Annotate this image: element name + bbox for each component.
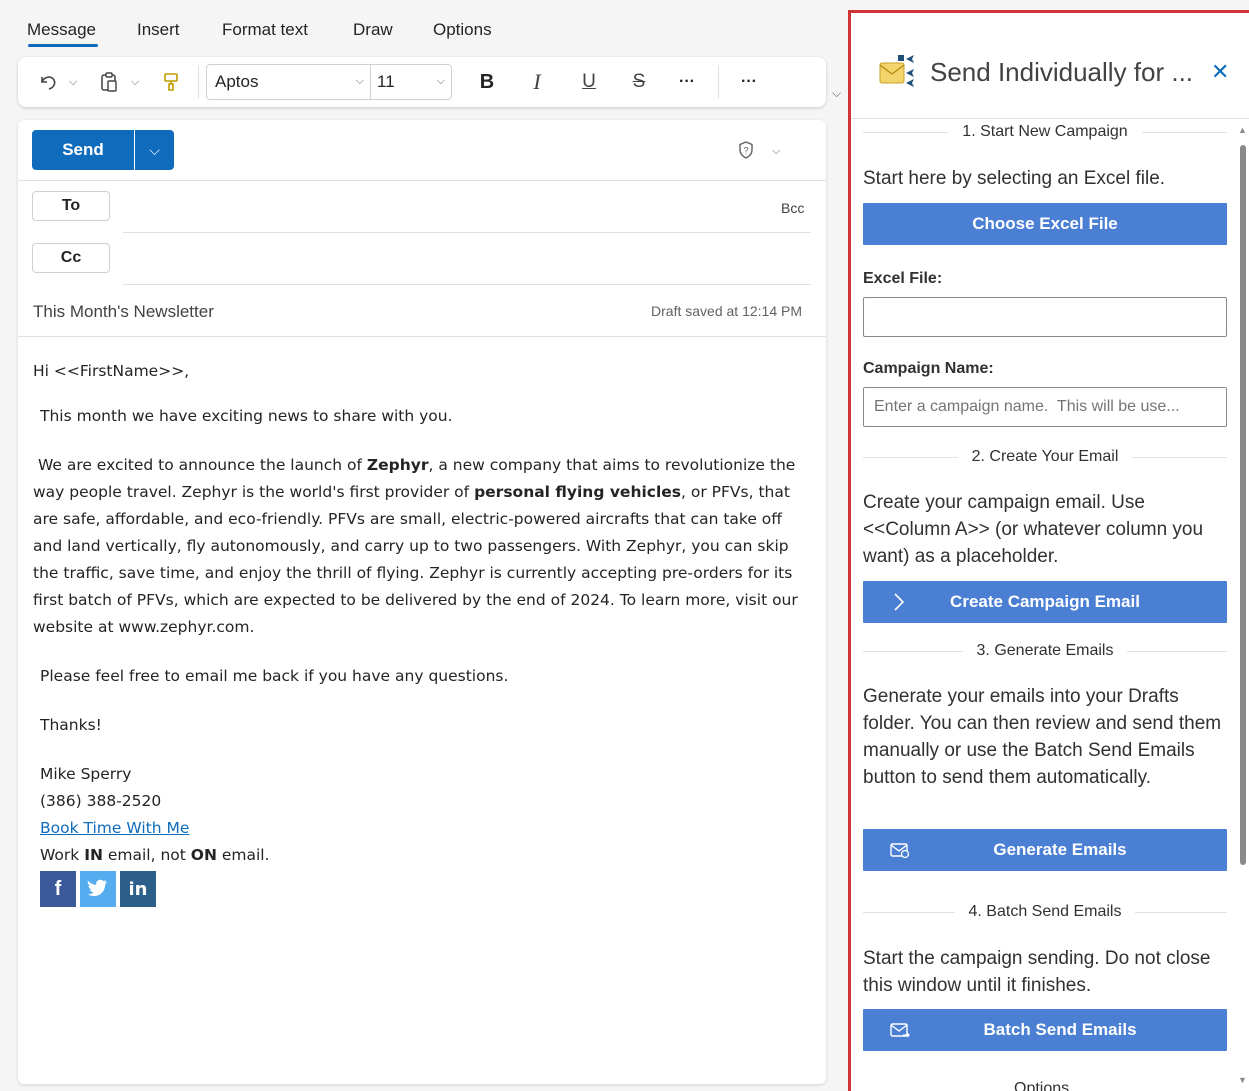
- font-size-select[interactable]: 11 ⌵: [370, 64, 452, 100]
- mail-send-icon: [889, 1020, 911, 1040]
- svg-text:?: ?: [743, 146, 748, 156]
- section-heading-start-campaign: 1. Start New Campaign: [863, 122, 1227, 142]
- add-in-pane: Send Individually for ... ✕ ▲ ▼ 1. Start…: [848, 10, 1249, 1091]
- facebook-icon[interactable]: f: [40, 871, 76, 907]
- undo-chevron-down-icon[interactable]: ⌵: [66, 57, 80, 107]
- tab-message[interactable]: Message: [27, 20, 96, 40]
- to-field-underline: [123, 232, 811, 233]
- active-tab-indicator: [28, 44, 98, 47]
- draft-status: Draft saved at 12:14 PM: [651, 303, 802, 319]
- more-options-icon[interactable]: ···: [736, 57, 762, 107]
- generate-instructions: Generate your emails into your Drafts fo…: [863, 686, 1222, 788]
- signature-phone: (386) 388-2520: [40, 792, 162, 810]
- scroll-up-icon[interactable]: ▲: [1238, 125, 1247, 135]
- create-email-instructions: Create your campaign email. Use <<Column…: [863, 492, 1204, 567]
- tab-format-text[interactable]: Format text: [222, 20, 308, 40]
- chevron-right-icon: [889, 592, 911, 612]
- formatting-toolbar: ⌵ ⌵ Aptos ⌵ 11 ⌵ B I U S ··· ···: [18, 57, 826, 107]
- expand-ribbon-chevron-icon[interactable]: ⌵: [832, 86, 841, 101]
- underline-icon[interactable]: U: [576, 57, 602, 107]
- closing-question: Please feel free to email me back if you…: [40, 667, 509, 685]
- cc-field-underline: [123, 284, 811, 285]
- tab-options[interactable]: Options: [433, 20, 492, 40]
- bold-icon[interactable]: B: [474, 57, 500, 107]
- divider: [18, 336, 826, 337]
- mail-settings-icon: [889, 840, 911, 860]
- scrollbar-thumb[interactable]: [1240, 145, 1246, 865]
- start-instructions: Start here by selecting an Excel file.: [863, 168, 1166, 189]
- section-heading-generate: 3. Generate Emails: [863, 641, 1228, 661]
- bcc-link[interactable]: Bcc: [781, 200, 804, 216]
- more-formatting-icon[interactable]: ···: [674, 57, 700, 107]
- pane-title: Send Individually for ...: [930, 57, 1194, 87]
- font-size-value: 11: [377, 72, 395, 91]
- tab-insert[interactable]: Insert: [137, 20, 180, 40]
- linkedin-icon[interactable]: in: [120, 871, 156, 907]
- format-painter-icon[interactable]: [158, 57, 184, 107]
- chevron-down-icon: ⌵: [355, 75, 364, 87]
- pane-header-divider: [851, 118, 1249, 119]
- toolbar-separator: [718, 65, 719, 99]
- subject-field[interactable]: This Month's Newsletter: [33, 302, 214, 322]
- book-time-link[interactable]: Book Time With Me: [40, 819, 189, 837]
- font-name-select[interactable]: Aptos ⌵: [206, 64, 370, 100]
- paste-chevron-down-icon[interactable]: ⌵: [128, 57, 142, 107]
- send-options-chevron-icon[interactable]: ⌵: [135, 130, 174, 170]
- signature-name: Mike Sperry: [40, 765, 132, 783]
- add-in-logo-icon: [878, 53, 918, 89]
- section-heading-batch-send: 4. Batch Send Emails: [863, 902, 1227, 922]
- message-body[interactable]: Hi <<FirstName>>, This month we have exc…: [33, 358, 813, 907]
- divider: [18, 180, 826, 181]
- thanks-line: Thanks!: [40, 716, 102, 734]
- chevron-down-icon: ⌵: [436, 75, 445, 87]
- sensitivity-shield-icon[interactable]: ?: [736, 140, 756, 160]
- twitter-icon[interactable]: [80, 871, 116, 907]
- font-name-value: Aptos: [215, 72, 259, 91]
- batch-send-instructions: Start the campaign sending. Do not close…: [863, 948, 1211, 996]
- excel-file-label: Excel File:: [863, 270, 943, 287]
- batch-send-emails-button[interactable]: Batch Send Emails: [863, 1009, 1227, 1051]
- close-icon[interactable]: ✕: [1211, 59, 1229, 85]
- send-button[interactable]: Send: [32, 130, 134, 170]
- italic-icon[interactable]: I: [524, 57, 550, 107]
- section-heading-options: Options: [1014, 1080, 1070, 1091]
- scroll-down-icon[interactable]: ▼: [1238, 1075, 1247, 1085]
- generate-emails-button[interactable]: Generate Emails: [863, 829, 1227, 871]
- compose-window: Send ⌵ ? ⌵ To Bcc Cc This Month's Newsle…: [18, 120, 826, 1084]
- ribbon-tabs: Message Insert Format text Draw Options: [0, 0, 848, 50]
- greeting: Hi <<FirstName>>,: [33, 362, 190, 380]
- choose-excel-file-button[interactable]: Choose Excel File: [863, 203, 1227, 245]
- section-heading-create-email: 2. Create Your Email: [863, 447, 1227, 467]
- to-button[interactable]: To: [32, 191, 110, 221]
- campaign-name-input[interactable]: [863, 387, 1227, 427]
- campaign-name-label: Campaign Name:: [863, 360, 994, 377]
- create-campaign-email-button[interactable]: Create Campaign Email: [863, 581, 1227, 623]
- tab-draw[interactable]: Draw: [353, 20, 393, 40]
- sensitivity-chevron-down-icon[interactable]: ⌵: [772, 145, 780, 158]
- undo-icon[interactable]: [34, 57, 62, 107]
- intro-paragraph: This month we have exciting news to shar…: [40, 407, 453, 425]
- social-links: f in: [33, 871, 813, 907]
- announcement-paragraph: We are excited to announce the launch of…: [33, 456, 798, 636]
- paste-icon[interactable]: [96, 57, 122, 107]
- strikethrough-icon[interactable]: S: [626, 57, 652, 107]
- toolbar-separator: [198, 65, 199, 99]
- signature-motto: Work IN email, not ON email.: [40, 846, 270, 864]
- cc-button[interactable]: Cc: [32, 243, 110, 273]
- excel-file-field[interactable]: [863, 297, 1227, 337]
